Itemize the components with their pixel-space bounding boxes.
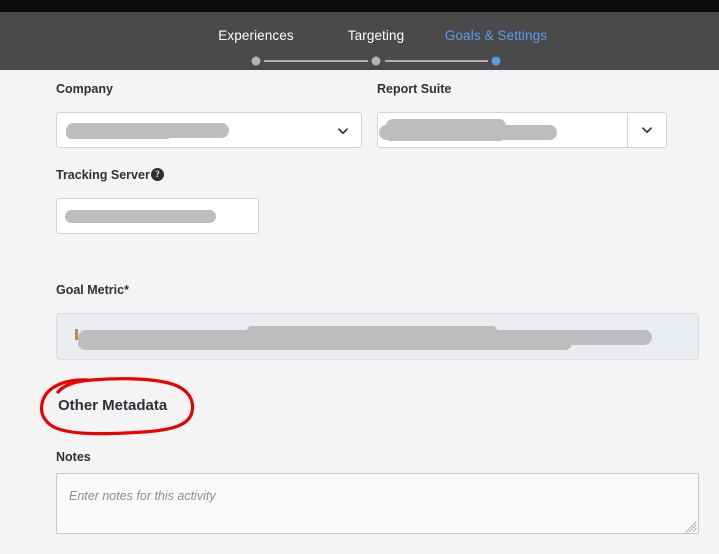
wizard-step-targeting-label[interactable]: Targeting	[348, 28, 404, 43]
application-window: Experiences Targeting Goals & Settings C…	[0, 0, 719, 554]
company-select[interactable]	[56, 112, 362, 148]
notes-placeholder-text: Enter notes for this activity	[69, 489, 216, 503]
wizard-step-dot-goals-settings[interactable]	[491, 56, 501, 66]
report-suite-label: Report Suite	[377, 82, 452, 96]
report-suite-value-redacted-3	[386, 132, 505, 141]
wizard-stepper: Experiences Targeting Goals & Settings	[0, 12, 719, 70]
goals-settings-form: Company Report Suite Tracking Server ? G…	[0, 70, 719, 554]
tracking-server-label: Tracking Server	[56, 168, 150, 182]
notes-label: Notes	[56, 450, 91, 464]
company-value-redacted-2	[66, 128, 172, 139]
chevron-down-icon[interactable]	[641, 124, 653, 136]
wizard-step-goals-settings-label[interactable]: Goals & Settings	[445, 28, 547, 43]
resize-grip-icon[interactable]	[685, 520, 697, 533]
wizard-step-dot-targeting[interactable]	[371, 56, 381, 66]
stepper-connector-line-1	[264, 60, 368, 62]
notes-textarea[interactable]: Enter notes for this activity	[56, 473, 699, 534]
goal-metric-panel[interactable]	[56, 313, 699, 360]
goal-metric-label: Goal Metric*	[56, 283, 129, 297]
company-label: Company	[56, 82, 113, 96]
tracking-server-value-redacted	[65, 210, 216, 223]
tracking-server-input[interactable]	[56, 198, 259, 234]
goal-metric-value-redacted-2	[78, 336, 572, 350]
chevron-down-icon	[337, 125, 349, 137]
report-suite-divider	[627, 113, 628, 147]
other-metadata-heading: Other Metadata	[58, 397, 168, 414]
wizard-header: Experiences Targeting Goals & Settings	[0, 12, 719, 70]
wizard-step-dot-experiences[interactable]	[251, 56, 261, 66]
goal-metric-value-redacted-3	[247, 326, 497, 335]
help-circle-icon[interactable]: ?	[151, 168, 164, 181]
stepper-connector-line-2	[385, 60, 488, 62]
wizard-step-experiences-label[interactable]: Experiences	[218, 28, 293, 43]
browser-chrome-strip	[0, 0, 719, 12]
report-suite-combobox[interactable]	[377, 112, 667, 148]
